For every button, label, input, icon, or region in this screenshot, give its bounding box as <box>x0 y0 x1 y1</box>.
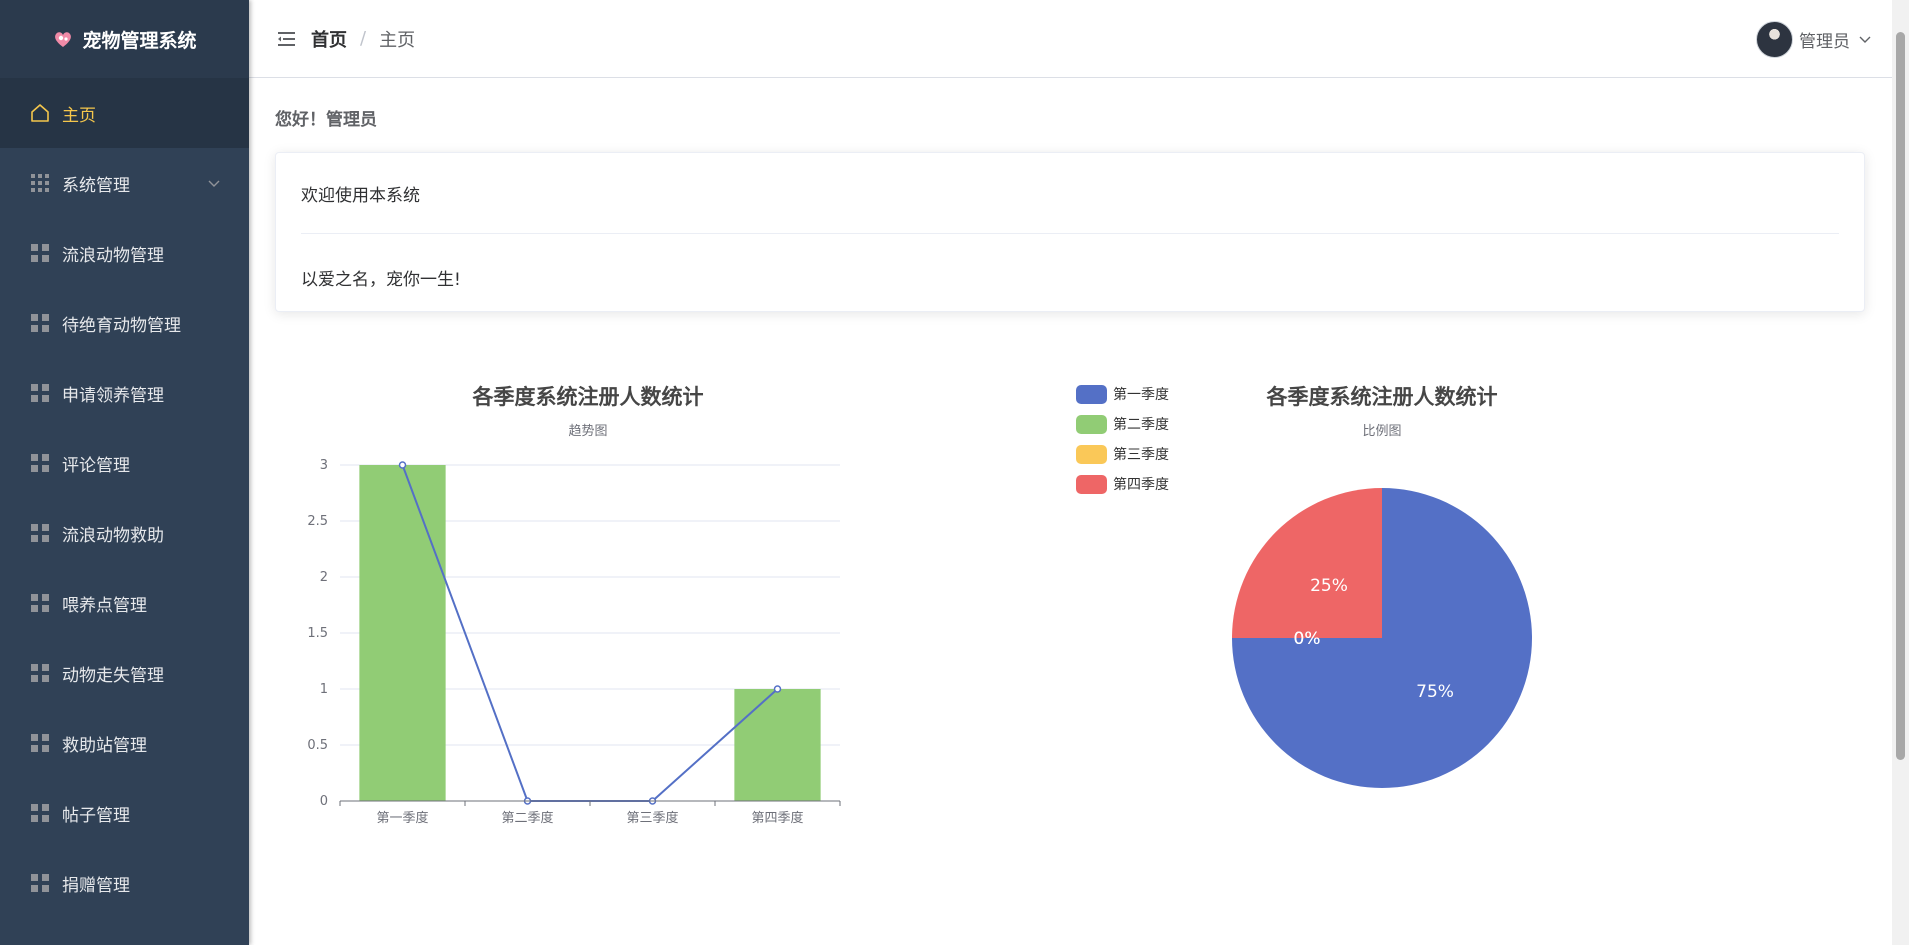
sidebar-item-label: 捐赠管理 <box>62 875 130 896</box>
y-tick-label: 3 <box>320 458 328 473</box>
x-tick-label: 第二季度 <box>501 810 553 826</box>
sidebar-item-rescue[interactable]: 流浪动物救助 <box>0 498 249 568</box>
y-tick-label: 1 <box>320 682 328 697</box>
chevron-down-icon[interactable] <box>1858 30 1872 49</box>
apps-icon <box>30 383 50 403</box>
app-logo: 宠物管理系统 <box>0 0 249 78</box>
sidebar-item-home[interactable]: 主页 <box>0 78 249 148</box>
sidebar-item-label: 喂养点管理 <box>62 595 147 616</box>
card-title: 欢迎使用本系统 <box>301 185 420 206</box>
user-name[interactable]: 管理员 <box>1799 27 1850 52</box>
sidebar-item-label: 申请领养管理 <box>62 385 164 406</box>
sidebar-item-donations[interactable]: 捐赠管理 <box>0 848 249 918</box>
chevron-down-icon <box>207 174 221 194</box>
apps-icon <box>30 803 50 823</box>
greeting-text: 您好！管理员 <box>275 110 377 130</box>
legend-swatch <box>1076 415 1107 434</box>
apps-icon <box>30 663 50 683</box>
breadcrumb-separator: / <box>360 28 367 49</box>
welcome-card: 欢迎使用本系统 以爱之名，宠你一生! <box>275 152 1865 312</box>
y-tick-label: 2 <box>320 570 328 585</box>
apps-icon <box>30 243 50 263</box>
legend-swatch <box>1076 385 1107 404</box>
apps-icon <box>30 873 50 893</box>
sidebar-item-lost-animals[interactable]: 动物走失管理 <box>0 638 249 708</box>
sidebar-item-label: 主页 <box>62 105 96 126</box>
sidebar-item-label: 系统管理 <box>62 175 130 196</box>
sidebar-item-label: 帖子管理 <box>62 805 130 826</box>
sidebar-item-adoption[interactable]: 申请领养管理 <box>0 358 249 428</box>
sidebar-item-label: 流浪动物救助 <box>62 525 164 546</box>
x-tick-label: 第一季度 <box>376 810 428 826</box>
sidebar-item-posts[interactable]: 帖子管理 <box>0 778 249 848</box>
sidebar-item-sterilization[interactable]: 待绝育动物管理 <box>0 288 249 358</box>
apps-icon <box>30 313 50 333</box>
sidebar-item-label: 救助站管理 <box>62 735 147 756</box>
sidebar: 宠物管理系统 主页 系统管理 流浪动物管理 待绝育动物管理 申请领养管理 评论管… <box>0 0 249 945</box>
pie-slice-label: 0% <box>1294 629 1321 649</box>
apps-icon <box>30 453 50 473</box>
user-dropdown[interactable]: 管理员 <box>1756 21 1872 58</box>
sidebar-item-system[interactable]: 系统管理 <box>0 148 249 218</box>
x-tick-label: 第三季度 <box>626 810 678 826</box>
sidebar-item-feeding-points[interactable]: 喂养点管理 <box>0 568 249 638</box>
y-tick-label: 0.5 <box>307 738 328 753</box>
legend-label: 第二季度 <box>1113 416 1169 433</box>
avatar[interactable] <box>1756 21 1793 58</box>
line-point <box>773 685 782 693</box>
pie-slice-label: 75% <box>1416 682 1454 702</box>
line-point <box>398 461 407 469</box>
pie-chart-title: 各季度系统注册人数统计 <box>1266 385 1498 409</box>
grid-icon <box>30 173 50 193</box>
sidebar-item-comments[interactable]: 评论管理 <box>0 428 249 498</box>
chart-subtitle: 趋势图 <box>568 423 607 439</box>
bar <box>359 465 446 801</box>
sidebar-item-label: 评论管理 <box>62 455 130 476</box>
top-header: 首页 / 主页 管理员 <box>249 0 1892 78</box>
y-tick-label: 1.5 <box>307 626 328 641</box>
ratio-chart: 第一季度第二季度第三季度第四季度 各季度系统注册人数统计 比例图 75%0%0%… <box>1076 385 1532 788</box>
app-title: 宠物管理系统 <box>82 29 197 52</box>
pie-chart-subtitle: 比例图 <box>1362 424 1401 439</box>
breadcrumb-home[interactable]: 首页 <box>311 26 347 52</box>
trend-chart: 各季度系统注册人数统计 趋势图 0 0.5 1 1.5 2 2.5 3 第一季度 第二季度 第三季… <box>307 385 841 826</box>
legend-label: 第一季度 <box>1113 386 1169 403</box>
scrollbar-thumb[interactable] <box>1896 32 1905 760</box>
bar <box>734 689 821 801</box>
legend-swatch <box>1076 475 1107 494</box>
sidebar-item-label: 流浪动物管理 <box>62 245 164 266</box>
sidebar-item-stray-animals[interactable]: 流浪动物管理 <box>0 218 249 288</box>
sidebar-item-label: 待绝育动物管理 <box>62 315 181 336</box>
home-icon <box>30 103 50 123</box>
y-tick-label: 2.5 <box>307 514 328 529</box>
card-body: 以爱之名，宠你一生! <box>301 270 461 290</box>
sidebar-item-label: 动物走失管理 <box>62 665 164 686</box>
x-tick-label: 第四季度 <box>751 810 803 826</box>
legend-label: 第四季度 <box>1113 476 1169 493</box>
legend-swatch <box>1076 445 1107 464</box>
heart-logo-icon <box>52 28 74 50</box>
menu-fold-icon[interactable] <box>277 29 297 49</box>
legend-label: 第三季度 <box>1113 446 1169 463</box>
sidebar-item-rescue-stations[interactable]: 救助站管理 <box>0 708 249 778</box>
pie-slice-label: 25% <box>1310 576 1348 596</box>
y-tick-label: 0 <box>320 794 328 809</box>
scrollbar-track[interactable] <box>1892 0 1909 945</box>
apps-icon <box>30 733 50 753</box>
pie-slice <box>1232 488 1382 638</box>
apps-icon <box>30 593 50 613</box>
apps-icon <box>30 523 50 543</box>
chart-title: 各季度系统注册人数统计 <box>472 385 704 409</box>
breadcrumb-current: 主页 <box>379 29 416 51</box>
